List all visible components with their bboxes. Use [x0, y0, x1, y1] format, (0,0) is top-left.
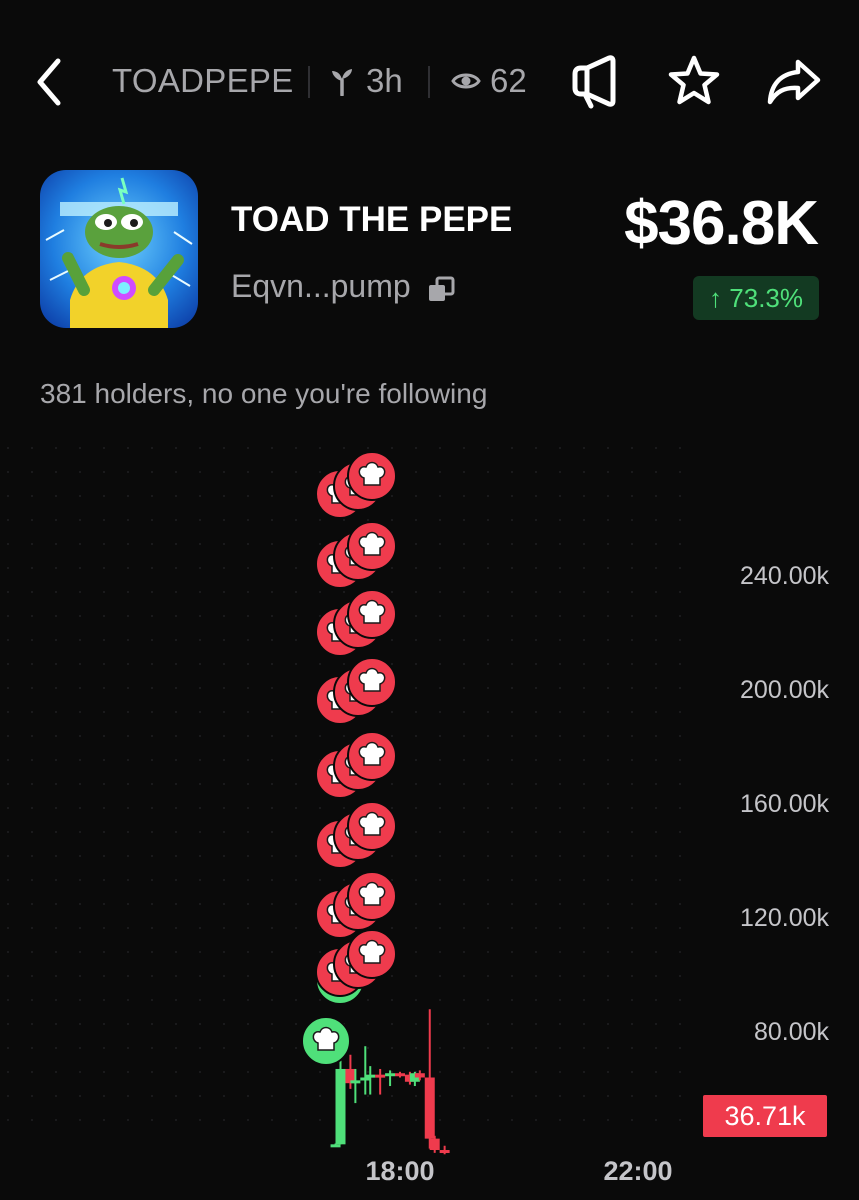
token-age: 3h: [366, 62, 403, 99]
y-tick-label: 160.00k: [740, 790, 829, 818]
megaphone-icon[interactable]: [565, 52, 625, 112]
candle-body: [365, 1074, 376, 1078]
x-tick-label: 22:00: [603, 1156, 673, 1186]
copy-icon[interactable]: [425, 274, 457, 306]
x-tick-label: 18:00: [365, 1156, 435, 1186]
chart-canvas: [7, 447, 681, 1155]
token-logo: [40, 170, 198, 328]
candle-body: [350, 1080, 361, 1084]
chef-hat-icon: [347, 657, 397, 707]
divider: [428, 66, 430, 98]
top-bar: TOADPEPE 3h 62: [0, 0, 859, 160]
candle-body: [330, 1144, 341, 1148]
chef-hat-icon: [347, 451, 397, 501]
view-count: 62: [490, 62, 527, 99]
price-change-badge: ↑ 73.3%: [693, 276, 819, 320]
share-icon[interactable]: [764, 52, 824, 112]
candle-body: [375, 1074, 386, 1078]
candle-body: [439, 1150, 450, 1154]
star-icon[interactable]: [664, 52, 724, 112]
y-tick-label: 240.00k: [740, 562, 829, 590]
chef-hat-icon: [347, 871, 397, 921]
y-tick-label: 200.00k: [740, 676, 829, 704]
token-name: TOAD THE PEPE: [231, 200, 513, 239]
candle-body: [414, 1073, 425, 1078]
chef-hat-icon: [347, 521, 397, 571]
y-tick-label: 120.00k: [740, 904, 829, 932]
chef-hat-icon: [347, 731, 397, 781]
current-price-tag: 36.71k: [703, 1095, 827, 1137]
y-tick-label: 80.00k: [753, 1018, 829, 1046]
candle-body: [395, 1073, 405, 1077]
candle-body: [385, 1073, 396, 1077]
holders-summary[interactable]: 381 holders, no one you're following: [40, 378, 487, 410]
token-ticker: TOADPEPE: [112, 62, 294, 99]
eye-icon: [451, 70, 481, 92]
price-chart[interactable]: 240.00k 200.00k 160.00k 120.00k 80.00k 1…: [0, 440, 859, 1200]
chef-hat-icon: [347, 801, 397, 851]
candle-body: [335, 1068, 346, 1145]
sprout-icon: [330, 66, 354, 97]
chef-hat-icon: [347, 929, 397, 979]
candle-body: [360, 1077, 371, 1081]
divider: [308, 66, 310, 98]
chef-hat-icon: [301, 1016, 351, 1066]
back-icon[interactable]: [28, 55, 72, 109]
candle-body: [424, 1077, 435, 1139]
token-address: Eqvn...pump: [231, 268, 411, 304]
candle-body: [429, 1138, 440, 1151]
chef-hat-icon: [347, 589, 397, 639]
token-screen: TOADPEPE 3h 62 TOAD THE PEPE Eqvn...pump…: [0, 0, 859, 1200]
market-cap: $36.8K: [624, 189, 819, 258]
